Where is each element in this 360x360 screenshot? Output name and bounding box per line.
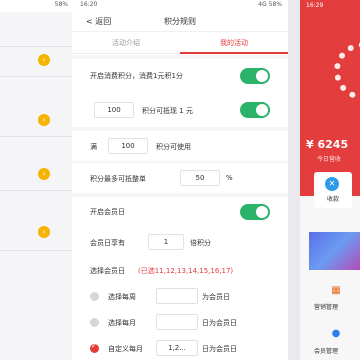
member-label[interactable]: 会员管理	[314, 346, 338, 355]
monthly-label: 选择每月	[108, 319, 136, 327]
threshold-suffix: 积分可使用	[156, 143, 191, 151]
tab-bar: 活动介绍 我的活动	[72, 32, 288, 54]
grid-icon: ▦	[331, 285, 341, 296]
max-deduct-label: 积分最多可抵整单	[90, 175, 146, 183]
points-rules-screen: 16:20 4G 58% < 返回 积分规则 活动介绍 我的活动 开启消费积分，…	[72, 0, 288, 360]
status-indicators: 4G 58%	[258, 1, 282, 8]
list-divider	[0, 190, 72, 191]
monthly-suffix: 日为会员日	[202, 319, 237, 327]
multiplier-suffix: 倍积分	[190, 239, 211, 247]
collect-label: 收款	[326, 196, 339, 203]
redeem-row: 100 积分可抵现 1 元	[72, 93, 288, 127]
member-day-row: 开启会员日	[72, 197, 288, 227]
marketing-label[interactable]: 营销管理	[314, 302, 338, 311]
left-screen: 58% › › › ›	[0, 0, 72, 360]
list-divider	[0, 46, 72, 47]
threshold-input[interactable]: 100	[108, 138, 148, 154]
threshold-prefix: 满	[90, 143, 97, 151]
revenue-label: 今日营收	[317, 156, 342, 163]
status-bar: 16:20 4G 58%	[72, 0, 288, 12]
revenue-header: 16:29 ¥ 6245 今日营收	[300, 0, 360, 196]
monthly-input[interactable]	[156, 314, 198, 330]
weekly-label: 选择每周	[108, 293, 136, 301]
weekly-input[interactable]	[156, 288, 198, 304]
revenue-amount: ¥ 6245	[306, 138, 349, 151]
selected-days-text: (已选11,12,13,14,15,16,17)	[138, 267, 234, 275]
chevron-right-icon[interactable]: ›	[38, 114, 50, 126]
custom-input[interactable]: 1,2...	[156, 340, 198, 356]
threshold-row: 满 100 积分可使用	[72, 131, 288, 161]
member-day-toggle[interactable]	[240, 204, 270, 220]
dashboard-screen: 16:29 ¥ 6245 今日营收 ✕ 收款 ▦ 营销管理 ● 会员管理	[300, 0, 360, 360]
close-x-icon: ✕	[325, 177, 339, 191]
consume-points-label: 开启消费积分，消费1元积1分	[90, 72, 183, 80]
select-day-label: 选择会员日	[90, 267, 125, 275]
status-bar: 58%	[0, 0, 72, 12]
redeem-toggle[interactable]	[240, 102, 270, 118]
page-title: 积分规则	[164, 17, 196, 26]
list-divider	[0, 76, 72, 77]
status-time: 16:29	[306, 2, 324, 9]
chevron-right-icon[interactable]: ›	[38, 54, 50, 66]
redeem-points-input[interactable]: 100	[94, 102, 134, 118]
battery-text: 58%	[54, 1, 68, 8]
weekly-suffix: 为会员日	[202, 293, 230, 301]
custom-radio[interactable]	[90, 342, 99, 353]
chevron-right-icon[interactable]: ›	[38, 226, 50, 238]
progress-ring	[334, 42, 360, 100]
tab-activity-intro[interactable]: 活动介绍	[72, 32, 180, 53]
multiplier-prefix: 会员日享有	[90, 239, 125, 247]
member-day-label: 开启会员日	[90, 208, 125, 216]
nav-bar: < 返回 积分规则	[72, 12, 288, 32]
settings-body: 开启消费积分，消费1元积1分 100 积分可抵现 1 元 满 100 积分可使用…	[72, 55, 288, 360]
member-icon: ●	[331, 328, 341, 339]
tab-my-activity[interactable]: 我的活动	[180, 32, 288, 54]
member-multiplier-row: 会员日享有 1 倍积分	[72, 227, 288, 257]
max-deduct-input[interactable]: 50	[180, 170, 220, 186]
custom-suffix: 日为会员日	[202, 345, 237, 353]
consume-points-row: 开启消费积分，消费1元积1分	[72, 59, 288, 93]
max-deduct-row: 积分最多可抵整单 50 %	[72, 163, 288, 193]
option-monthly-row: 选择每月 日为会员日	[72, 309, 288, 335]
select-day-row: 选择会员日 (已选11,12,13,14,15,16,17)	[72, 257, 288, 283]
multiplier-input[interactable]: 1	[148, 234, 184, 250]
consume-points-toggle[interactable]	[240, 68, 270, 84]
promo-banner[interactable]	[309, 232, 360, 270]
status-time: 16:20	[80, 1, 98, 8]
list-divider	[0, 250, 72, 251]
option-custom-row: 自定义每月 1,2... 日为会员日	[72, 335, 288, 360]
monthly-radio[interactable]	[90, 318, 99, 327]
custom-label: 自定义每月	[108, 345, 143, 353]
screen-collage: 58% › › › › 16:20 4G 58% < 返回 积分规则 活动介绍 …	[0, 0, 360, 360]
weekly-radio[interactable]	[90, 292, 99, 301]
list-divider	[0, 136, 72, 137]
collect-card[interactable]: ✕ 收款	[314, 172, 352, 208]
chevron-right-icon[interactable]: ›	[38, 168, 50, 180]
max-deduct-unit: %	[226, 174, 233, 182]
redeem-label: 积分可抵现 1 元	[142, 107, 193, 115]
option-weekly-row: 选择每周 为会员日	[72, 283, 288, 309]
